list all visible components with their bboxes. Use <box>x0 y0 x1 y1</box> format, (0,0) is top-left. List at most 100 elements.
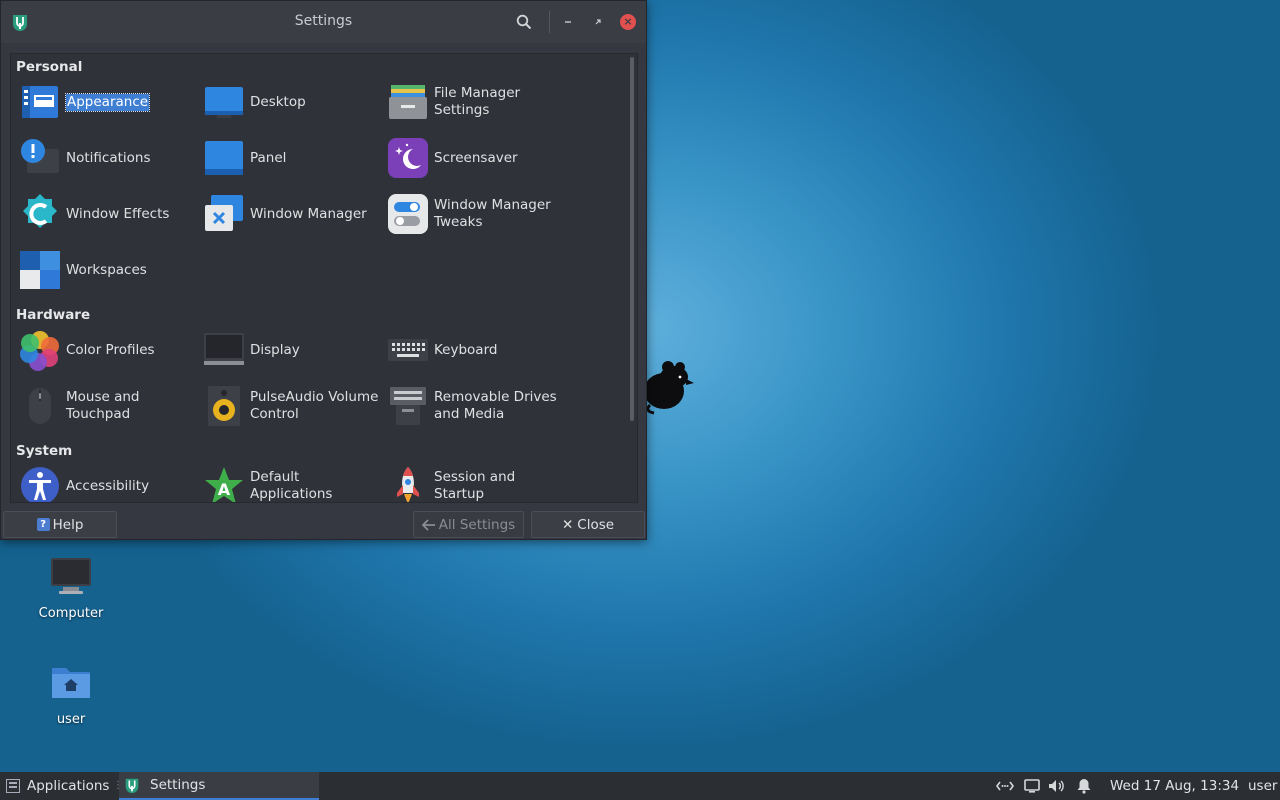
item-accessibility[interactable]: Accessibility <box>19 464 150 502</box>
window-manager-icon <box>205 195 243 231</box>
help-button[interactable]: ? Help <box>3 511 117 538</box>
item-screensaver[interactable]: Screensaver <box>387 136 518 180</box>
mouse-icon <box>29 388 51 424</box>
item-label: Window Effects <box>66 205 170 222</box>
item-label: File Manager Settings <box>434 85 521 118</box>
item-label: Accessibility <box>66 477 150 494</box>
item-session-startup[interactable]: Session and Startup <box>387 464 516 502</box>
notifications-icon <box>21 139 59 173</box>
section-hardware: Hardware <box>16 307 91 323</box>
item-desktop[interactable]: Desktop <box>203 80 306 124</box>
network-icon <box>996 781 1014 791</box>
item-label: Window Manager <box>250 205 367 222</box>
all-settings-button[interactable]: All Settings <box>413 511 524 538</box>
desktop-icon-home[interactable]: user <box>21 662 121 727</box>
window-effects-icon <box>23 194 57 228</box>
applications-label: Applications <box>27 778 110 794</box>
usb-drive-icon <box>390 387 426 425</box>
item-label: Session and Startup <box>434 469 516 502</box>
item-pulseaudio[interactable]: PulseAudio Volume Control <box>203 384 378 428</box>
help-label: Help <box>52 516 84 533</box>
desktop-icon-label: user <box>56 712 86 727</box>
appearance-icon <box>22 86 58 118</box>
item-keyboard[interactable]: Keyboard <box>387 328 497 372</box>
user-menu[interactable]: user <box>1248 778 1277 794</box>
keyboard-icon <box>388 339 428 361</box>
screensaver-icon <box>388 138 428 178</box>
panel-icon <box>205 141 243 175</box>
item-label: Removable Drives and Media <box>434 389 557 422</box>
search-button[interactable] <box>514 12 534 32</box>
item-window-manager-tweaks[interactable]: Window Manager Tweaks <box>387 192 551 236</box>
item-window-manager[interactable]: Window Manager <box>203 192 367 236</box>
item-removable-drives[interactable]: Removable Drives and Media <box>387 384 557 428</box>
item-color-profiles[interactable]: Color Profiles <box>19 328 155 372</box>
home-folder-icon <box>52 668 90 698</box>
section-personal: Personal <box>16 59 83 75</box>
default-apps-star-icon: A <box>205 467 243 502</box>
item-display[interactable]: Display <box>203 328 300 372</box>
close-x-icon: ✕ <box>561 516 574 533</box>
volume-tray-button[interactable] <box>1046 772 1068 800</box>
close-window-button[interactable]: × <box>618 12 638 32</box>
taskbar-separator: ⋮ <box>113 780 123 791</box>
workspaces-icon <box>20 251 60 289</box>
item-mouse-touchpad[interactable]: Mouse and Touchpad <box>19 384 140 428</box>
speaker-icon <box>208 386 240 426</box>
maximize-button[interactable] <box>588 12 608 32</box>
window-titlebar[interactable]: Settings × <box>1 1 646 43</box>
section-system: System <box>16 443 73 459</box>
item-label: Appearance <box>64 92 151 112</box>
desktop-icon <box>205 87 243 118</box>
accessibility-icon <box>21 467 59 502</box>
maximize-icon <box>595 19 601 25</box>
display-tray-button[interactable] <box>1021 772 1043 800</box>
close-label: Close <box>577 516 615 533</box>
item-window-effects[interactable]: Window Effects <box>19 192 169 236</box>
item-label: Window Manager Tweaks <box>434 197 551 230</box>
item-default-applications[interactable]: A Default Applications <box>203 464 333 502</box>
desktop-icon-computer[interactable]: Computer <box>21 556 121 621</box>
settings-window: Settings × Personal Appearance Desktop F… <box>0 0 647 540</box>
clock[interactable]: Wed 17 Aug, 13:34 <box>1110 778 1239 794</box>
all-settings-label: All Settings <box>438 516 516 533</box>
svg-text:A: A <box>218 480 231 499</box>
network-tray-button[interactable] <box>994 772 1016 800</box>
search-icon <box>516 14 532 30</box>
volume-icon <box>1049 780 1064 792</box>
file-manager-icon <box>389 85 427 119</box>
item-label: Default Applications <box>250 469 333 502</box>
item-label: Desktop <box>250 93 306 110</box>
toggle-switches-icon <box>388 194 428 234</box>
help-icon: ? <box>36 518 50 531</box>
color-profiles-icon <box>20 331 59 371</box>
settings-grid: Personal Appearance Desktop File Manager… <box>10 53 638 503</box>
item-notifications[interactable]: Notifications <box>19 136 151 180</box>
close-icon: × <box>620 14 636 30</box>
item-label: Workspaces <box>66 261 147 278</box>
minimize-button[interactable] <box>558 12 578 32</box>
item-panel[interactable]: Panel <box>203 136 286 180</box>
item-file-manager-settings[interactable]: File Manager Settings <box>387 80 520 124</box>
rocket-icon <box>397 467 419 502</box>
item-label: Color Profiles <box>66 341 155 358</box>
task-label: Settings <box>150 777 206 793</box>
item-label: Keyboard <box>434 341 498 358</box>
xfce-mouse-wallpaper-logo <box>644 361 694 415</box>
scrollbar[interactable] <box>630 57 634 421</box>
minimize-icon <box>565 21 571 23</box>
computer-icon <box>51 558 91 594</box>
item-label: Panel <box>250 149 287 166</box>
taskbar-task-settings[interactable]: Settings <box>119 772 319 800</box>
taskbar: Applications ⋮ Settings Wed 17 Aug, 13:3… <box>0 772 1280 800</box>
close-button[interactable]: ✕ Close <box>531 511 645 538</box>
item-appearance[interactable]: Appearance <box>19 80 151 124</box>
titlebar-divider <box>549 11 550 33</box>
item-label: Display <box>250 341 300 358</box>
notifications-tray-button[interactable] <box>1073 772 1095 800</box>
item-label: PulseAudio Volume Control <box>250 389 379 422</box>
item-workspaces[interactable]: Workspaces <box>19 248 147 292</box>
item-label: Mouse and Touchpad <box>66 389 140 422</box>
desktop-icon-label: Computer <box>38 606 104 621</box>
applications-menu-button[interactable]: Applications <box>0 772 109 800</box>
